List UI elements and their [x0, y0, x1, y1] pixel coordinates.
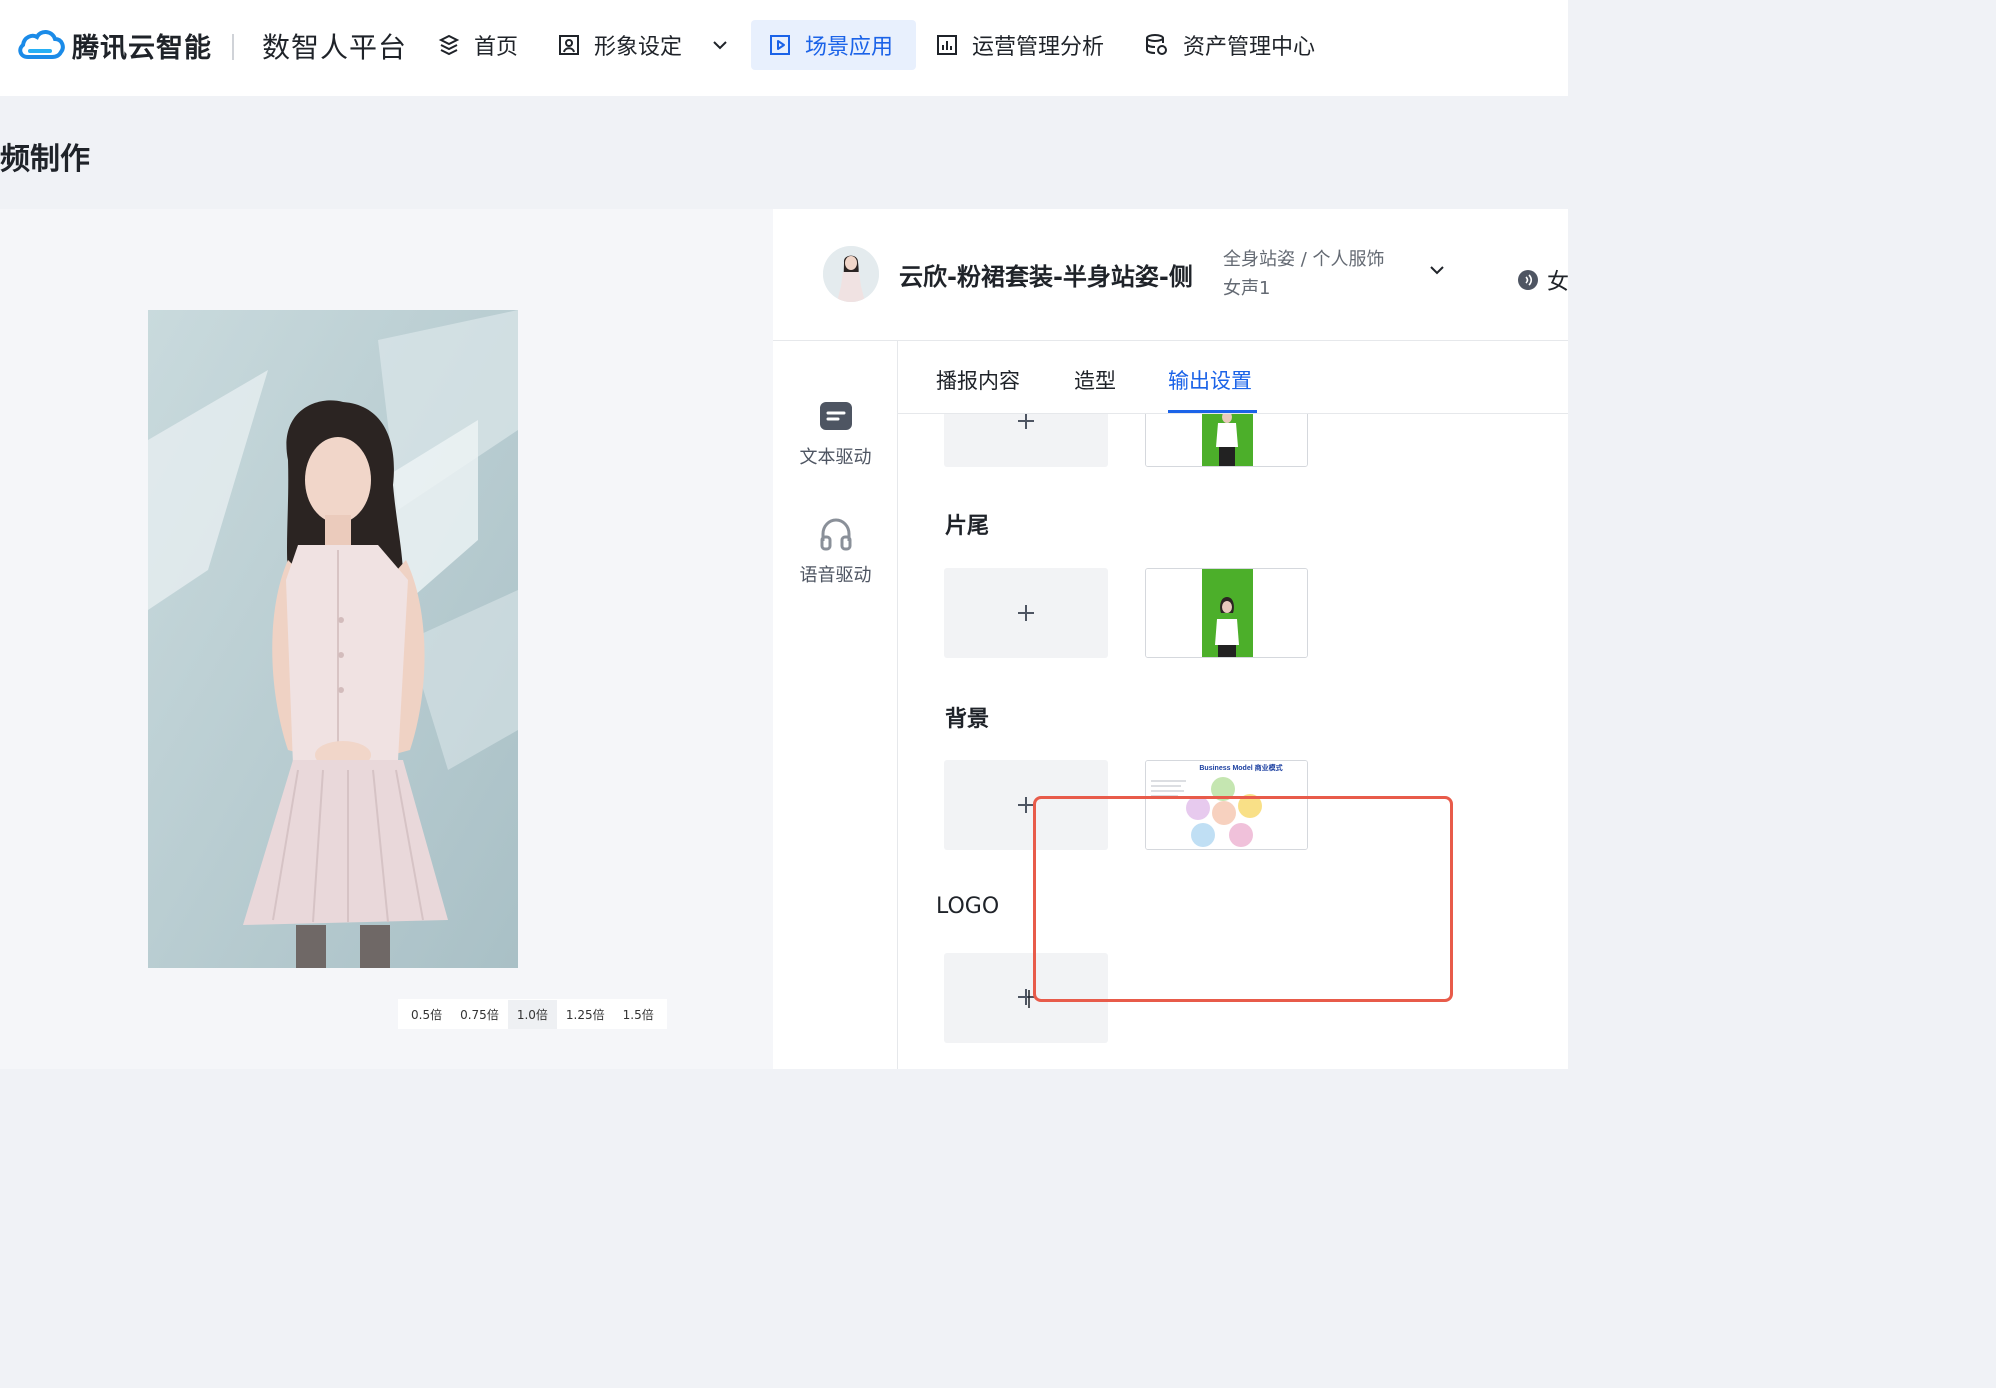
nav-scene-apps-label: 场景应用	[805, 35, 894, 60]
avatar-selector[interactable]: 云欣-粉裙套装-半身站姿-侧 全身站姿 / 个人服饰 女声1 女	[773, 209, 1569, 341]
speed-option-0-75x[interactable]: 0.75倍	[451, 1000, 508, 1029]
header-divider	[232, 34, 234, 60]
green-screen-avatar-image	[1146, 569, 1307, 657]
side-tab-voice-drive-label: 语音驱动	[799, 565, 872, 586]
settings-panel: 云欣-粉裙套装-半身站姿-侧 全身站姿 / 个人服饰 女声1 女 文本驱动 语音…	[773, 209, 1569, 1069]
avatar-preview-video[interactable]	[148, 310, 518, 968]
nav-asset-center-label: 资产管理中心	[1183, 35, 1316, 60]
page-title: 频制作	[0, 142, 90, 177]
nav-scene-apps[interactable]: 场景应用	[751, 20, 916, 70]
nav-operations-analysis-label: 运营管理分析	[972, 35, 1105, 60]
voice-label: 女	[1547, 270, 1570, 295]
speed-option-1-5x[interactable]: 1.5倍	[614, 1000, 663, 1029]
headphones-icon	[820, 518, 851, 551]
nav-asset-center[interactable]: 资产管理中心	[1127, 20, 1333, 70]
side-tab-text-drive-label: 文本驱动	[799, 447, 872, 468]
tab-broadcast-content[interactable]: 播报内容	[936, 365, 1020, 395]
outro-add-button[interactable]	[944, 568, 1108, 658]
avatar	[823, 246, 879, 302]
avatar-preview-figure	[148, 310, 518, 968]
section-title-outro: 片尾	[945, 514, 990, 539]
nav-avatar-settings[interactable]: 形象设定	[540, 20, 746, 70]
nav-avatar-settings-label: 形象设定	[594, 35, 683, 60]
output-settings-content: 播报内容 造型 输出设置 片尾 背景 Business Model 商业模式 L…	[898, 341, 1568, 1069]
content-tabs: 播报内容 造型 输出设置	[898, 341, 1568, 414]
voice-selector[interactable]: 女	[1517, 264, 1569, 296]
text-drive-icon	[819, 402, 852, 430]
top-navigation: 腾讯云智能 数智人平台 首页 形象设定 场景应用 运营管理分析 资产管理中心	[0, 0, 1568, 96]
voice-icon	[1518, 270, 1538, 290]
platform-name: 数智人平台	[262, 31, 408, 64]
nav-home[interactable]: 首页	[420, 20, 536, 70]
drive-mode-tabs: 文本驱动 语音驱动	[773, 341, 898, 1069]
speed-option-0-5x[interactable]: 0.5倍	[402, 1000, 451, 1029]
avatar-meta-style: 全身站姿 / 个人服饰	[1223, 249, 1385, 270]
active-tab-indicator	[1168, 410, 1257, 413]
tencent-cloud-logo[interactable]: 腾讯云智能	[16, 26, 212, 65]
playback-speed-selector: 0.5倍 0.75倍 1.0倍 1.25倍 1.5倍	[398, 999, 667, 1029]
nav-home-label: 首页	[474, 35, 519, 60]
tab-styling[interactable]: 造型	[1074, 365, 1116, 395]
speed-option-1-25x[interactable]: 1.25倍	[557, 1000, 614, 1029]
chevron-down-icon[interactable]	[1429, 265, 1445, 275]
slide-title-text: Business Model 商业模式	[1199, 763, 1282, 772]
plus-icon	[1018, 605, 1034, 621]
bar-chart-icon	[937, 35, 957, 55]
logo-text: 腾讯云智能	[72, 33, 212, 64]
layers-icon	[438, 34, 460, 56]
avatar-name: 云欣-粉裙套装-半身站姿-侧	[899, 263, 1193, 291]
avatar-meta-voice: 女声1	[1223, 278, 1271, 299]
avatar-meta: 全身站姿 / 个人服饰 女声1	[1223, 245, 1385, 303]
section-title-background: 背景	[945, 707, 990, 732]
side-tab-voice-drive[interactable]: 语音驱动	[773, 517, 898, 587]
side-tab-text-drive[interactable]: 文本驱动	[773, 401, 898, 469]
play-icon	[770, 35, 790, 55]
avatar-thumbnail-figure	[823, 246, 879, 302]
chevron-down-icon[interactable]	[712, 40, 728, 50]
tab-output-settings[interactable]: 输出设置	[1168, 365, 1252, 395]
section-title-logo: LOGO	[936, 894, 1000, 919]
cloud-logo-icon	[18, 29, 65, 59]
portrait-icon	[559, 35, 579, 55]
database-icon	[1146, 34, 1167, 55]
outro-thumbnail[interactable]	[1145, 568, 1308, 658]
plus-icon	[1018, 413, 1034, 429]
nav-operations-analysis[interactable]: 运营管理分析	[918, 20, 1122, 70]
speed-option-1x[interactable]: 1.0倍	[507, 999, 557, 1029]
preview-panel: 0.5倍 0.75倍 1.0倍 1.25倍 1.5倍	[0, 209, 773, 1069]
background-section-highlight	[1033, 796, 1453, 1002]
